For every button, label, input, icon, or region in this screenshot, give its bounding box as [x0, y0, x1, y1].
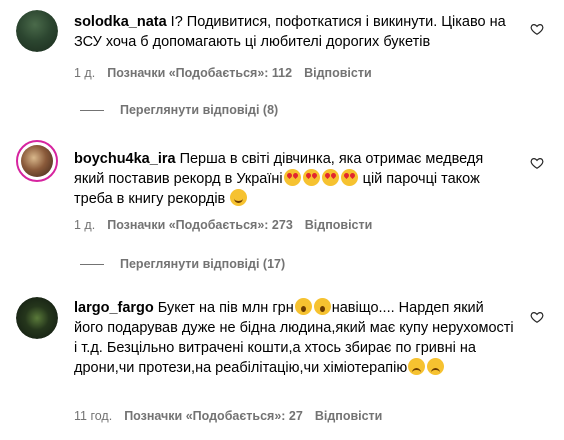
reply-button[interactable]: Відповісти	[315, 409, 383, 423]
username[interactable]: largo_fargo	[74, 300, 154, 316]
reply-button[interactable]: Відповісти	[305, 218, 373, 232]
surprised-emoji-icon	[294, 298, 312, 315]
comment-meta: 11 год. Позначки «Подобається»: 27 Відпо…	[74, 409, 382, 423]
comment-body: largo_fargo Букет на пів млн грн навіщо...…	[74, 298, 514, 378]
heart-eyes-emoji-icon	[283, 169, 301, 186]
avatar[interactable]	[16, 10, 58, 52]
timestamp[interactable]: 1 д.	[74, 218, 95, 232]
avatar[interactable]	[16, 297, 58, 339]
comment-meta: 1 д. Позначки «Подобається»: 273 Відпові…	[74, 218, 372, 232]
divider	[80, 263, 104, 265]
view-replies-button[interactable]: Переглянути відповіді (17)	[80, 257, 285, 271]
heart-outline-icon[interactable]	[530, 22, 544, 36]
heart-eyes-emoji-icon	[340, 169, 358, 186]
likes-count[interactable]: Позначки «Подобається»: 27	[124, 409, 303, 423]
divider	[80, 109, 104, 111]
heart-outline-icon[interactable]	[530, 156, 544, 170]
view-replies-label: Переглянути відповіді (8)	[120, 103, 279, 117]
timestamp[interactable]: 11 год.	[74, 409, 112, 423]
likes-count[interactable]: Позначки «Подобається»: 273	[107, 218, 293, 232]
surprised-emoji-icon	[313, 298, 331, 315]
avatar[interactable]	[16, 140, 58, 182]
smile-emoji-icon	[230, 189, 248, 206]
view-replies-label: Переглянути відповіді (17)	[120, 257, 286, 271]
comment-text: Букет на пів млн грн	[157, 300, 294, 316]
heart-outline-icon[interactable]	[530, 310, 544, 324]
sad-emoji-icon	[408, 358, 426, 375]
timestamp[interactable]: 1 д.	[74, 66, 95, 80]
view-replies-button[interactable]: Переглянути відповіді (8)	[80, 103, 278, 117]
username[interactable]: boychu4ka_ira	[74, 151, 176, 167]
heart-eyes-emoji-icon	[321, 169, 339, 186]
sad-emoji-icon	[427, 358, 445, 375]
comment-body: boychu4ka_ira Перша в світі дівчинка, яка…	[74, 149, 514, 209]
username[interactable]: solodka_nata	[74, 14, 167, 30]
reply-button[interactable]: Відповісти	[304, 66, 372, 80]
comment-meta: 1 д. Позначки «Подобається»: 112 Відпові…	[74, 66, 372, 80]
likes-count[interactable]: Позначки «Подобається»: 112	[107, 66, 292, 80]
comment-body: solodka_nata І? Подивитися, пофоткатися і…	[74, 12, 514, 52]
heart-eyes-emoji-icon	[302, 169, 320, 186]
